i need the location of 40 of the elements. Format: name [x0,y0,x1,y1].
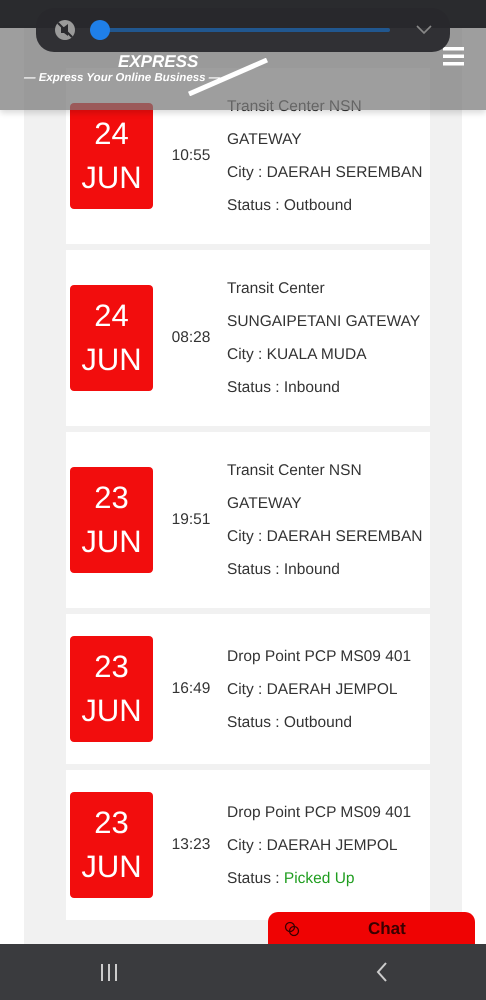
date-month: JUN [81,341,142,379]
city-text: City : DAERAH SEREMBAN [227,163,424,183]
back-icon[interactable] [376,962,388,982]
event-time: 16:49 [170,680,212,698]
event-time: 19:51 [170,511,212,529]
location-text: Drop Point PCP MS09 401 [227,802,412,822]
location-text: Transit Center NSN GATEWAY [227,461,363,514]
date-month: JUN [81,692,142,730]
date-day: 23 [94,801,129,845]
status-text: Status : Inbound [227,560,341,580]
status-text: Status : Outbound [227,712,353,732]
location-text: Drop Point PCP MS09 401 [227,646,412,666]
date-day: 23 [94,476,129,520]
city-text: City : DAERAH JEMPOL [227,836,399,856]
city-text: City : KUALA MUDA [227,345,368,365]
recents-icon[interactable] [100,964,118,981]
city-text: City : DAERAH SEREMBAN [227,527,424,547]
volume-slider[interactable] [90,20,390,40]
event-time: 08:28 [170,329,212,347]
event-time: 10:55 [170,147,212,165]
chat-icon [284,921,300,937]
chevron-down-icon[interactable] [416,25,432,35]
menu-icon[interactable] [443,47,464,66]
status-text: Status : Outbound [227,196,353,216]
brand-name: EXPRESS [118,52,198,72]
date-day: 23 [94,645,129,689]
date-month: JUN [81,848,142,886]
chat-button[interactable]: Chat [268,912,475,944]
date-month: JUN [81,159,142,197]
date-month: JUN [81,523,142,561]
date-day: 24 [94,294,129,338]
city-text: City : DAERAH JEMPOL [227,680,399,700]
status-text: Status : Inbound [227,378,341,398]
mute-icon[interactable] [54,19,76,41]
brand-tagline: — Express Your Online Business — [24,72,220,84]
location-text: Transit Center SUNGAIPETANI GATEWAY [227,279,422,332]
event-time: 13:23 [170,836,212,854]
date-day: 24 [94,112,129,156]
status-text: Status : Picked Up [227,868,356,888]
slider-thumb[interactable] [90,20,110,40]
